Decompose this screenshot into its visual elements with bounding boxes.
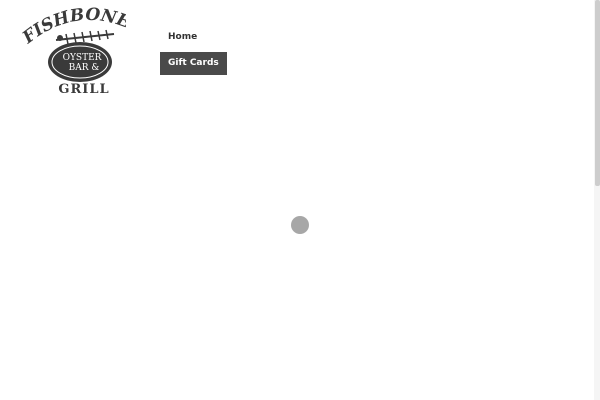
page: FISHBONES OYSTER BAR & GRILL Home Gift C… [0,0,600,400]
svg-text:FISHBONES: FISHBONES [22,4,126,48]
loading-spinner-icon [291,216,309,234]
logo-oval-text-2: BAR & [69,63,100,73]
logo-oval-text-1: OYSTER [63,53,102,63]
nav-item-home[interactable]: Home [160,26,227,49]
logo-subtitle-text: GRILL [58,82,109,97]
fishbones-logo-icon: FISHBONES OYSTER BAR & GRILL [16,0,134,97]
main-nav: Home Gift Cards [160,26,227,75]
scrollbar-thumb[interactable] [595,0,600,186]
site-logo[interactable]: FISHBONES OYSTER BAR & GRILL [16,0,134,98]
page-scrollbar[interactable] [594,0,600,400]
nav-item-gift-cards[interactable]: Gift Cards [160,52,227,75]
logo-title-text: FISHBONES [16,0,134,48]
